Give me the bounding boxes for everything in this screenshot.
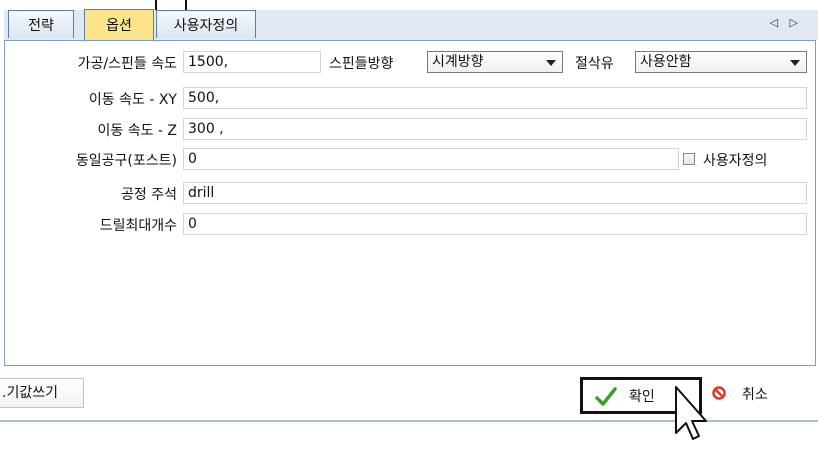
default-write-button[interactable]: .기값쓰기 [0,378,84,408]
comment-input[interactable]: drill [183,182,807,204]
coolant-label: 절삭유 [575,56,614,72]
tab-scroll-arrows[interactable]: ◁ ▷ [770,16,802,29]
ok-label: 확인 [629,389,655,405]
tab-options-label: 옵션 [106,18,132,34]
custom-checkbox-label[interactable]: 사용자정의 [703,150,767,170]
no-entry-icon [712,386,726,400]
custom-checkbox[interactable] [683,153,695,165]
cancel-label: 취소 [742,387,768,403]
comment-label: 공정 주석 [121,187,177,203]
top-strip: 전략 옵션 사용자정의 ◁ ▷ [0,0,818,40]
spindle-speed-label: 가공/스핀들 속도 [77,56,177,72]
feed-xy-label: 이동 속도 - XY [88,92,177,108]
same-tool-input[interactable]: 0 [183,148,679,170]
cancel-button[interactable]: 취소 [704,379,810,409]
coolant-value: 사용안함 [640,54,692,70]
chevron-down-icon [546,60,556,66]
max-drill-input[interactable]: 0 [183,213,807,235]
spindle-direction-select[interactable]: 시계방향 [427,51,563,73]
mouse-pointer-icon [675,386,707,440]
comment-row: 공정 주석 drill [5,182,817,204]
max-drill-label: 드릴최대개수 [99,218,177,234]
same-tool-row: 동일공구(포스트) 0 사용자정의 [5,148,817,170]
spindle-direction-label: 스핀들방향 [329,56,394,72]
feed-z-input[interactable]: 300 , [183,118,807,140]
feed-z-label: 이동 속도 - Z [97,123,177,139]
tab-custom-label: 사용자정의 [173,17,239,34]
feed-xy-input[interactable]: 500, [183,87,807,109]
check-icon [595,387,617,406]
chevron-down-icon [790,60,800,66]
same-tool-label: 동일공구(포스트) [75,153,177,169]
max-drill-row: 드릴최대개수 0 [5,213,817,235]
tab-bar: 전략 옵션 사용자정의 ◁ ▷ [4,9,818,40]
tab-strategy-label: 전략 [28,17,54,34]
feed-xy-row: 이동 속도 - XY 500, [5,87,817,109]
tab-strategy[interactable]: 전략 [8,10,74,38]
options-panel: 가공/스핀들 속도 1500, 스핀들방향 시계방향 절삭유 사용안함 이동 속… [4,40,816,366]
spindle-direction-value: 시계방향 [432,54,484,70]
tab-options[interactable]: 옵션 [84,9,154,40]
spindle-speed-input[interactable]: 1500, [183,51,321,73]
spindle-row: 가공/스핀들 속도 1500, 스핀들방향 시계방향 절삭유 사용안함 [5,51,817,73]
tab-custom[interactable]: 사용자정의 [156,10,256,38]
feed-z-row: 이동 속도 - Z 300 , [5,118,817,140]
coolant-select[interactable]: 사용안함 [635,51,807,73]
